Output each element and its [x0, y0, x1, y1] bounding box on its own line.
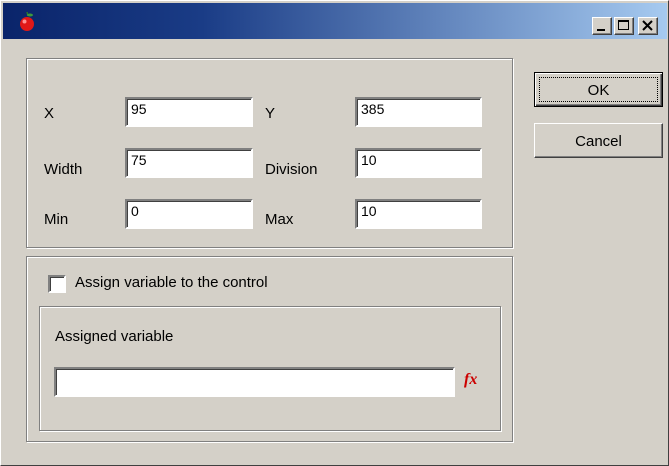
x-input[interactable]: 95: [125, 97, 253, 127]
ok-button-label: OK: [587, 82, 610, 99]
cancel-button-label: Cancel: [575, 133, 622, 150]
min-input[interactable]: 0: [125, 199, 253, 229]
cancel-button[interactable]: Cancel: [534, 123, 663, 158]
assign-variable-checkbox[interactable]: [48, 275, 66, 293]
apple-icon: [20, 11, 34, 31]
min-label: Min: [44, 211, 69, 228]
close-button[interactable]: [638, 17, 658, 35]
minimize-button[interactable]: [592, 17, 612, 35]
y-label: Y: [265, 105, 276, 122]
assigned-variable-label: Assigned variable: [55, 328, 174, 345]
ok-button[interactable]: OK: [534, 72, 663, 107]
x-label: X: [44, 105, 55, 122]
title-bar[interactable]: [3, 3, 667, 39]
maximize-button[interactable]: [614, 17, 634, 35]
division-label: Division: [265, 161, 318, 178]
division-input[interactable]: 10: [355, 148, 482, 178]
minimize-icon: [597, 29, 605, 31]
close-icon: [642, 20, 653, 31]
assign-variable-label[interactable]: Assign variable to the control: [75, 274, 268, 291]
assigned-variable-input[interactable]: [54, 367, 455, 397]
fx-icon[interactable]: fx: [464, 371, 477, 389]
max-input[interactable]: 10: [355, 199, 482, 229]
max-label: Max: [265, 211, 294, 228]
y-input[interactable]: 385: [355, 97, 482, 127]
width-label: Width: [44, 161, 83, 178]
width-input[interactable]: 75: [125, 148, 253, 178]
dialog-window: X 95 Y 385 Width 75 Division 10 Min 0 Ma…: [0, 0, 669, 466]
maximize-icon: [618, 20, 629, 30]
